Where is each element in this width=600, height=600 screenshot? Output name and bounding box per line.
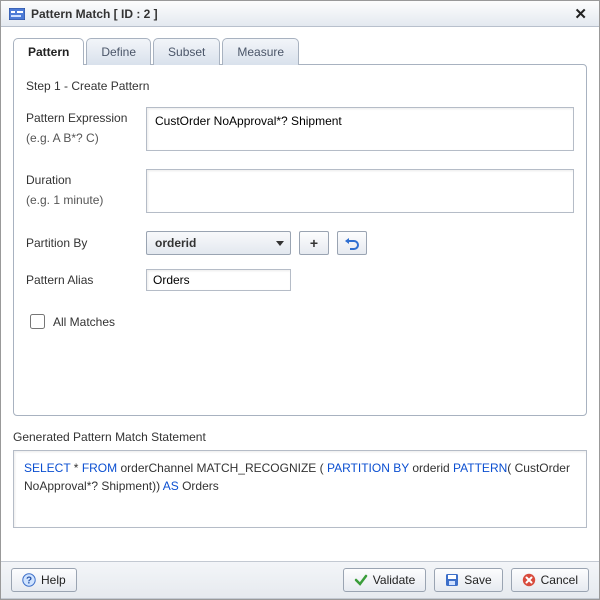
input-pattern-alias[interactable] [146,269,291,291]
cancel-button[interactable]: Cancel [511,568,589,592]
validate-button[interactable]: Validate [343,568,426,592]
input-pattern-expression[interactable] [146,107,574,151]
step-heading: Step 1 - Create Pattern [26,79,574,93]
button-bar: ? Help Validate Save Cancel [1,561,599,599]
help-icon: ? [22,573,36,587]
row-all-matches: All Matches [26,311,574,332]
plus-icon: + [310,235,318,251]
hint-pattern-expression: (e.g. A B*? C) [26,131,146,145]
check-icon [354,573,368,587]
tab-define[interactable]: Define [86,38,151,65]
tab-measure[interactable]: Measure [222,38,299,65]
generated-statement-box: SELECT * FROM orderChannel MATCH_RECOGNI… [13,450,587,528]
hint-duration: (e.g. 1 minute) [26,193,146,207]
tab-panel-pattern: Step 1 - Create Pattern Pattern Expressi… [13,64,587,416]
save-icon [445,573,459,587]
chevron-down-icon [276,241,284,246]
add-partition-button[interactable]: + [299,231,329,255]
dropdown-partition-by-value: orderid [155,236,276,250]
dialog-content: Pattern Define Subset Measure Step 1 - C… [1,27,599,561]
help-button[interactable]: ? Help [11,568,77,592]
undo-button[interactable] [337,231,367,255]
save-button[interactable]: Save [434,568,502,592]
row-pattern-alias: Pattern Alias [26,269,574,291]
dialog-title: Pattern Match [ ID : 2 ] [31,7,570,21]
row-partition-by: Partition By orderid + [26,231,574,255]
tab-subset[interactable]: Subset [153,38,220,65]
tab-pattern[interactable]: Pattern [13,38,84,65]
label-duration: Duration [26,173,146,187]
label-generated-statement: Generated Pattern Match Statement [13,430,587,444]
dropdown-partition-by[interactable]: orderid [146,231,291,255]
label-pattern-alias: Pattern Alias [26,273,146,287]
close-icon[interactable]: ✕ [570,5,591,23]
input-duration[interactable] [146,169,574,213]
tab-strip: Pattern Define Subset Measure [13,37,587,64]
label-pattern-expression: Pattern Expression [26,111,146,125]
row-duration: Duration (e.g. 1 minute) [26,169,574,213]
titlebar: Pattern Match [ ID : 2 ] ✕ [1,1,599,27]
svg-text:?: ? [26,576,32,587]
label-all-matches: All Matches [53,315,115,329]
row-pattern-expression: Pattern Expression (e.g. A B*? C) [26,107,574,151]
app-icon [9,7,25,21]
label-partition-by: Partition By [26,236,146,250]
undo-icon [344,236,360,250]
checkbox-all-matches[interactable] [30,314,45,329]
cancel-icon [522,573,536,587]
pattern-match-dialog: Pattern Match [ ID : 2 ] ✕ Pattern Defin… [0,0,600,600]
